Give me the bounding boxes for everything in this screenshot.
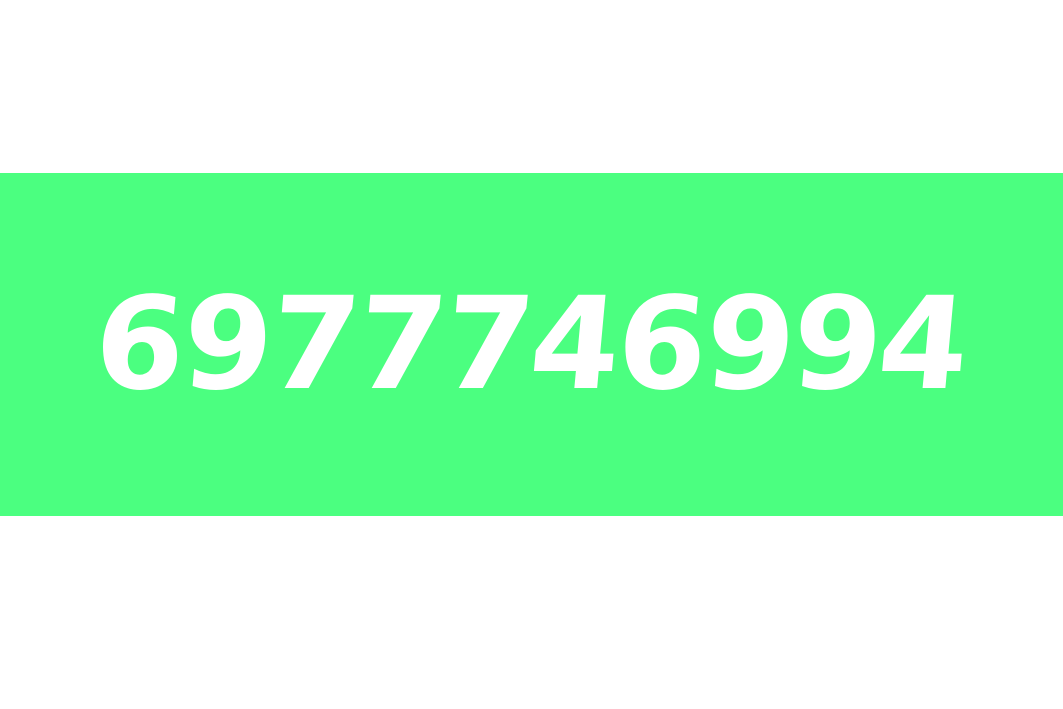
number-banner: 6977746994 xyxy=(0,173,1063,516)
banner-number: 6977746994 xyxy=(88,269,975,419)
